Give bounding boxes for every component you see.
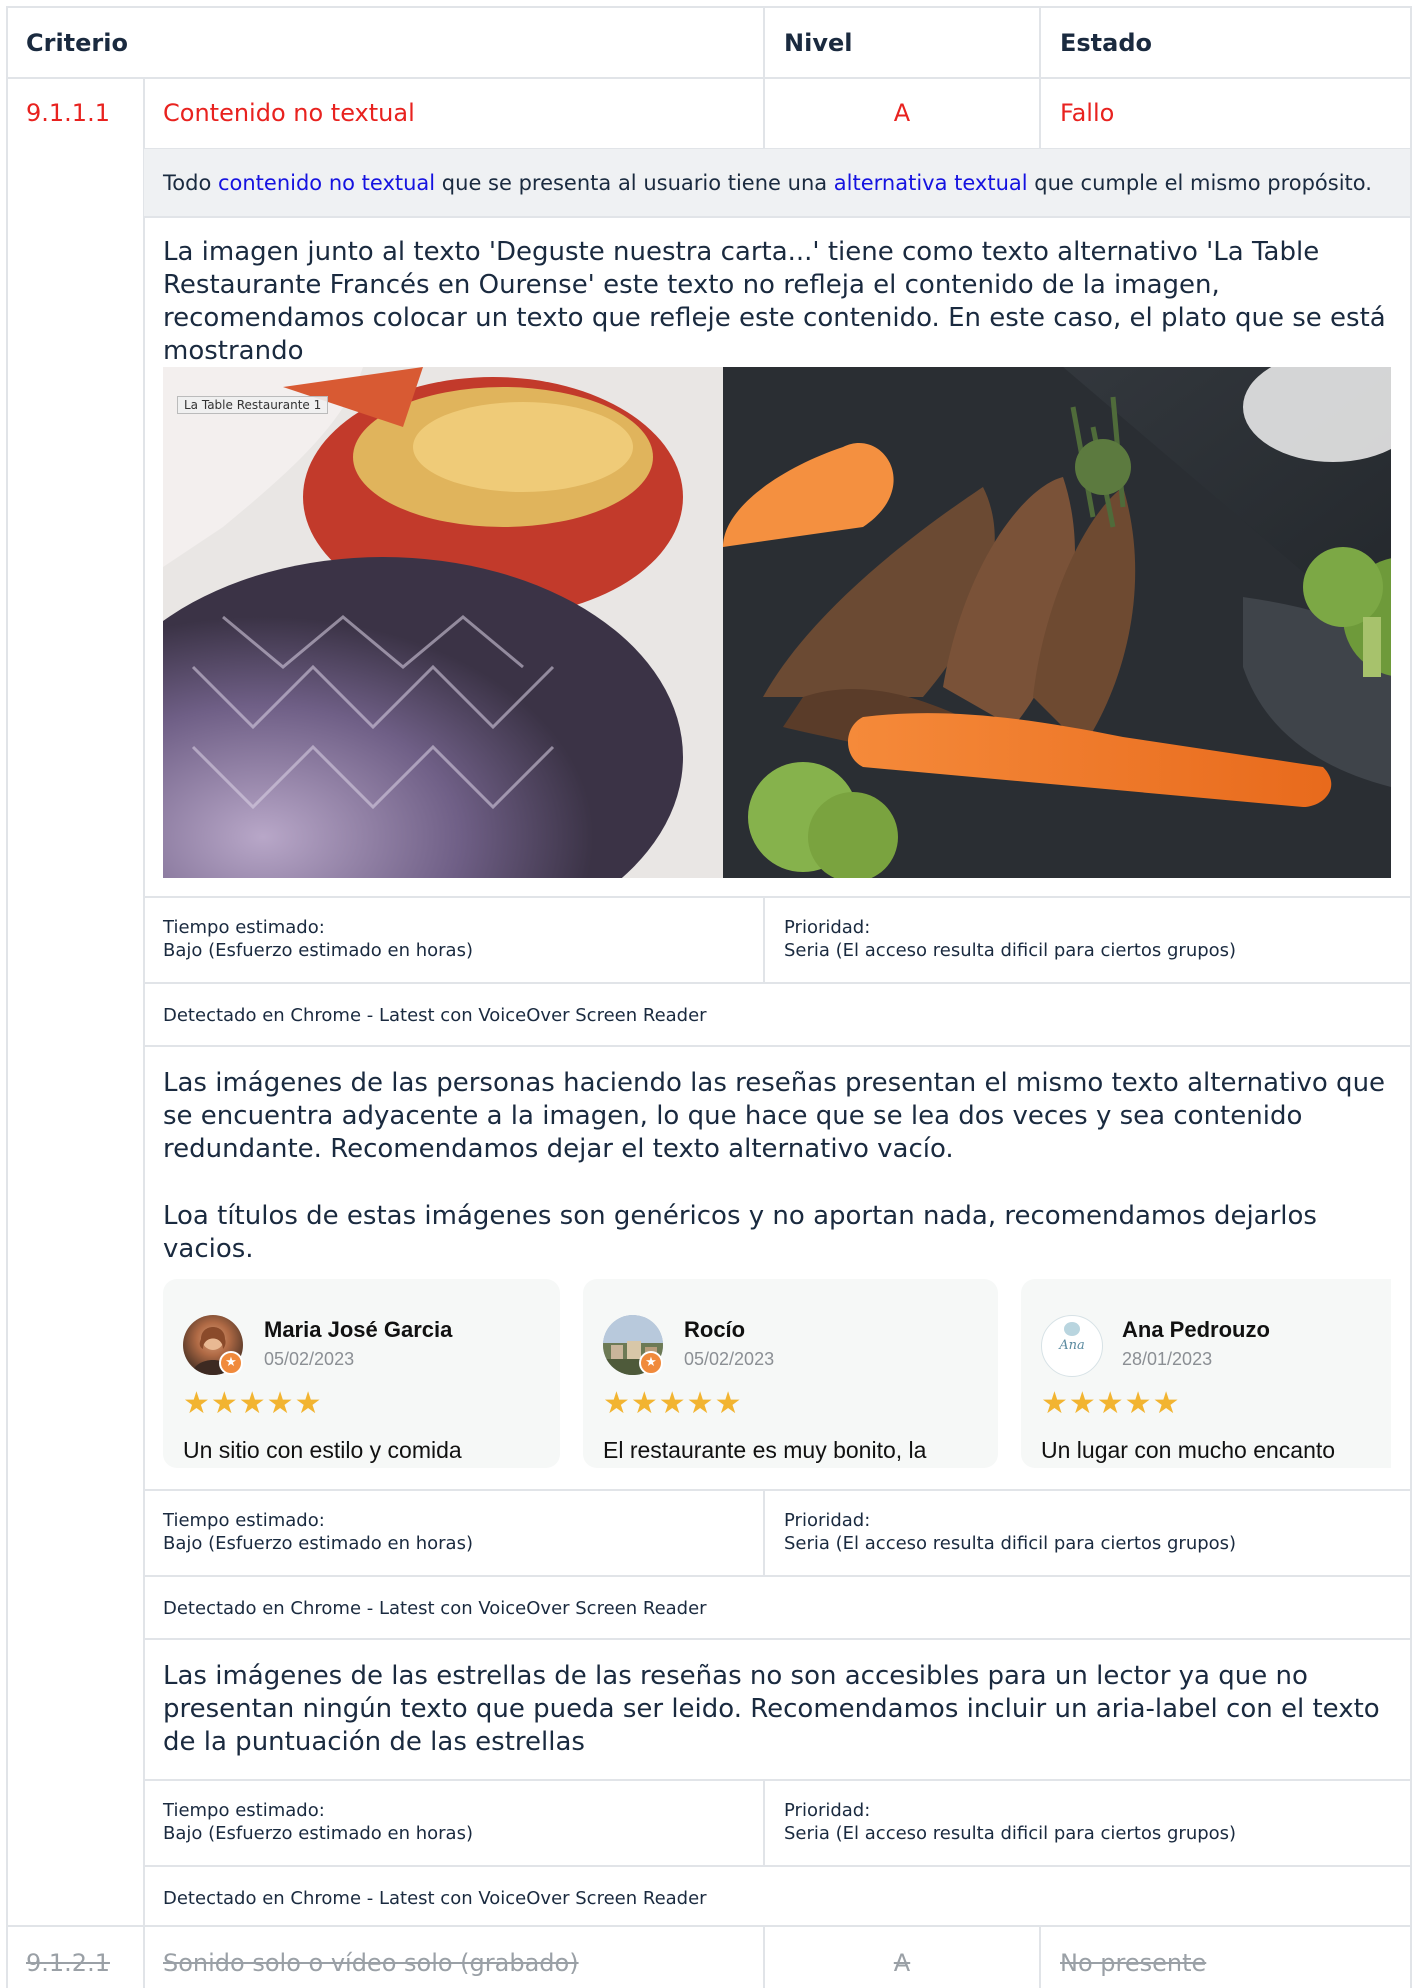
criterion-2-id: 9.1.2.1 xyxy=(26,1949,110,1977)
reviewer-name: Maria José Garcia xyxy=(264,1317,453,1342)
review-card: ★ Rocío 05/02/2023 ★★★★★ El restaurante … xyxy=(583,1279,998,1468)
issue-3-priority-label: Prioridad: xyxy=(784,1800,871,1821)
review-text: Un sitio con estilo y comida xyxy=(183,1437,462,1463)
issue-3-time-value: Bajo (Esfuerzo estimado en horas) xyxy=(163,1823,473,1844)
header-criterio: Criterio xyxy=(26,29,128,57)
logo-ornament-icon xyxy=(1064,1322,1080,1336)
review-date: 28/01/2023 xyxy=(1122,1349,1213,1369)
review-card: Ana Ana Pedrouzo 28/01/2023 ★★★★★ Un lug… xyxy=(1021,1279,1391,1468)
review-text: El restaurante es muy bonito, la xyxy=(603,1437,927,1463)
criterion-2-status: No presente xyxy=(1060,1949,1207,1977)
guide-badge-icon: ★ xyxy=(639,1351,663,1375)
criterion-id: 9.1.1.1 xyxy=(26,99,110,127)
review-text: Un lugar con mucho encanto xyxy=(1041,1437,1336,1463)
issue-2-time-label: Tiempo estimado: xyxy=(163,1510,325,1531)
reviewer-name: Ana Pedrouzo xyxy=(1122,1317,1270,1342)
star-rating: ★★★★★ xyxy=(1041,1386,1181,1421)
issue-3-detected: Detectado en Chrome - Latest con VoiceOv… xyxy=(163,1888,707,1909)
issue-3-time-label: Tiempo estimado: xyxy=(163,1800,325,1821)
review-date: 05/02/2023 xyxy=(684,1349,775,1369)
issue-2-priority-value: Seria (El acceso resulta dificil para ci… xyxy=(784,1533,1237,1554)
star-rating: ★★★★★ xyxy=(603,1386,743,1421)
report-table: Criterio Nivel Estado 9.1.1.1 Contenido … xyxy=(0,0,1416,1988)
issue-2-priority-label: Prioridad: xyxy=(784,1510,871,1531)
issue-2-detected: Detectado en Chrome - Latest con VoiceOv… xyxy=(163,1598,707,1619)
guide-badge-icon: ★ xyxy=(219,1351,243,1375)
issue-3-priority-value: Seria (El acceso resulta dificil para ci… xyxy=(784,1823,1237,1844)
criterion-2-level: A xyxy=(893,1949,911,1977)
review-card: ★ Maria José Garcia 05/02/2023 ★★★★★ Un … xyxy=(163,1279,560,1468)
avatar: Ana xyxy=(1041,1315,1103,1377)
ana-pedrouzo-logo: Ana xyxy=(1059,1338,1085,1353)
star-rating: ★★★★★ xyxy=(183,1386,323,1421)
criterion-2-name: Sonido solo o vídeo solo (grabado) xyxy=(163,1949,579,1977)
issue-3-description: Las imágenes de las estrellas de las res… xyxy=(163,1661,1380,1757)
reviewer-name: Rocío xyxy=(684,1317,746,1342)
issue-2-time-value: Bajo (Esfuerzo estimado en horas) xyxy=(163,1533,473,1554)
review-date: 05/02/2023 xyxy=(264,1349,355,1369)
